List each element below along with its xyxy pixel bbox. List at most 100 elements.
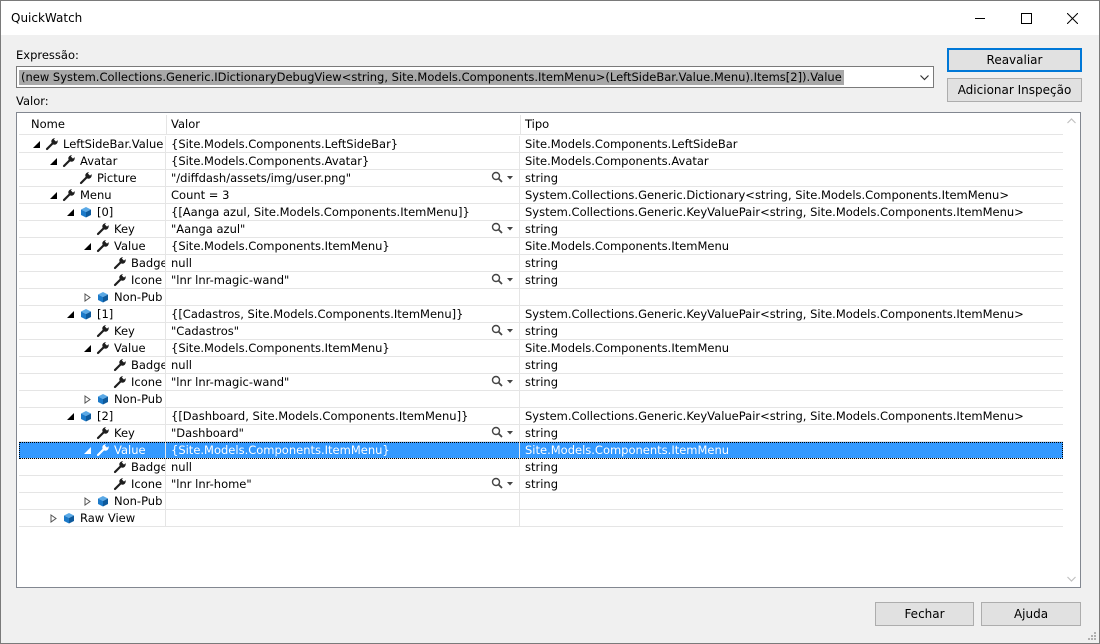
value-cell[interactable] — [167, 510, 520, 526]
collapse-arrow-icon[interactable] — [83, 446, 92, 455]
value-cell[interactable]: "/diffdash/assets/img/user.png" — [167, 170, 520, 186]
wrench-property-icon — [96, 324, 110, 338]
watch-grid[interactable]: Nome Valor Tipo LeftSideBar.Value {Site.M… — [16, 112, 1081, 588]
table-row[interactable]: Avatar {Site.Models.Components.Avatar} Sit… — [19, 153, 1063, 170]
type-cell: Site.Models.Components.ItemMenu — [525, 341, 730, 355]
collapse-arrow-icon[interactable] — [49, 157, 58, 166]
expand-arrow-icon[interactable] — [83, 497, 92, 506]
table-row[interactable]: Icone "lnr lnr-magic-wand" string — [19, 272, 1063, 289]
magnifier-icon[interactable] — [491, 273, 515, 287]
table-row[interactable]: Key "Aanga azul" string — [19, 221, 1063, 238]
expand-arrow-icon[interactable] — [49, 514, 58, 523]
value-cell[interactable]: "Dashboard" — [167, 425, 520, 441]
table-row[interactable]: LeftSideBar.Value {Site.Models.Components… — [19, 136, 1063, 153]
table-row[interactable]: [0] {[Aanga azul, Site.Models.Components.… — [19, 204, 1063, 221]
name-cell: Value — [19, 442, 166, 458]
name-cell: Value — [19, 238, 166, 254]
table-row[interactable]: Badge null string — [19, 357, 1063, 374]
magnifier-icon[interactable] — [491, 324, 515, 338]
value-cell[interactable]: {Site.Models.Components.ItemMenu} — [167, 442, 520, 458]
row-name-text: Non-Pub — [114, 392, 163, 406]
chevron-down-icon[interactable] — [917, 70, 931, 85]
table-row[interactable]: Value {Site.Models.Components.ItemMenu} Si… — [19, 238, 1063, 255]
collapse-arrow-icon[interactable] — [32, 140, 41, 149]
value-cell[interactable]: Count = 3 — [167, 187, 520, 203]
table-row[interactable]: Icone "lnr lnr-magic-wand" string — [19, 374, 1063, 391]
scroll-down-icon[interactable] — [1063, 570, 1080, 587]
value-cell[interactable]: "lnr lnr-home" — [167, 476, 520, 492]
table-row[interactable]: Raw View — [19, 510, 1063, 527]
value-cell[interactable]: {Site.Models.Components.ItemMenu} — [167, 238, 520, 254]
collapse-arrow-icon[interactable] — [66, 208, 75, 217]
value-cell[interactable]: "Cadastros" — [167, 323, 520, 339]
scroll-up-icon[interactable] — [1063, 113, 1080, 130]
column-header-name[interactable]: Nome — [19, 115, 167, 135]
minimize-button[interactable] — [957, 1, 1003, 35]
magnifier-icon[interactable] — [491, 171, 515, 185]
table-row[interactable]: Badge null string — [19, 459, 1063, 476]
reevaluate-button[interactable]: Reavaliar — [947, 48, 1082, 72]
value-cell[interactable] — [167, 493, 520, 509]
value-cell[interactable]: {Site.Models.Components.ItemMenu} — [167, 340, 520, 356]
collapse-arrow-icon[interactable] — [49, 191, 58, 200]
value-cell[interactable]: "Aanga azul" — [167, 221, 520, 237]
magnifier-icon[interactable] — [491, 426, 515, 440]
type-cell — [521, 289, 1063, 305]
row-name-text: Value — [114, 239, 146, 253]
table-row[interactable]: Icone "lnr lnr-home" string — [19, 476, 1063, 493]
row-name-text: Badge — [131, 358, 166, 372]
help-button[interactable]: Ajuda — [981, 602, 1081, 626]
close-button[interactable] — [1049, 1, 1095, 35]
name-cell: [2] — [19, 408, 166, 424]
resize-grip-icon[interactable] — [1085, 629, 1097, 641]
table-row[interactable]: Menu Count = 3 System.Collections.Generic.… — [19, 187, 1063, 204]
column-header-value[interactable]: Valor — [167, 115, 521, 135]
value-cell[interactable]: {[Aanga azul, Site.Models.Components.Ite… — [167, 204, 520, 220]
collapse-arrow-icon[interactable] — [66, 412, 75, 421]
value-cell[interactable] — [167, 391, 520, 407]
value-cell[interactable]: {[Dashboard, Site.Models.Components.Item… — [167, 408, 520, 424]
table-row[interactable]: Non-Pub — [19, 289, 1063, 306]
value-cell[interactable]: "lnr lnr-magic-wand" — [167, 374, 520, 390]
table-row[interactable]: Non-Pub — [19, 493, 1063, 510]
magnifier-icon[interactable] — [491, 477, 515, 491]
value-cell[interactable]: "lnr lnr-magic-wand" — [167, 272, 520, 288]
row-name-text: Badge — [131, 460, 166, 474]
value-cell[interactable]: {[Cadastros, Site.Models.Components.Item… — [167, 306, 520, 322]
table-row[interactable]: Key "Cadastros" string — [19, 323, 1063, 340]
table-row[interactable]: Badge null string — [19, 255, 1063, 272]
collapse-arrow-icon[interactable] — [83, 344, 92, 353]
close-dialog-button[interactable]: Fechar — [875, 602, 974, 626]
table-row[interactable]: [1] {[Cadastros, Site.Models.Components.I… — [19, 306, 1063, 323]
value-cell[interactable]: null — [167, 459, 520, 475]
value-cell[interactable]: null — [167, 255, 520, 271]
row-name-text: LeftSideBar.Value — [63, 137, 164, 151]
collapse-arrow-icon[interactable] — [83, 242, 92, 251]
expand-arrow-icon[interactable] — [83, 395, 92, 404]
maximize-button[interactable] — [1003, 1, 1049, 35]
row-value-text: "lnr lnr-home" — [171, 477, 252, 491]
table-row[interactable]: Picture "/diffdash/assets/img/user.png" st… — [19, 170, 1063, 187]
add-watch-button[interactable]: Adicionar Inspeção — [947, 78, 1082, 102]
magnifier-icon[interactable] — [491, 222, 515, 236]
table-row[interactable]: Value {Site.Models.Components.ItemMenu} Si… — [19, 340, 1063, 357]
magnifier-icon[interactable] — [491, 375, 515, 389]
table-row[interactable]: Value {Site.Models.Components.ItemMenu} Si… — [19, 442, 1063, 459]
expression-combobox[interactable]: (new System.Collections.Generic.IDiction… — [16, 66, 934, 88]
column-header-type[interactable]: Tipo — [521, 115, 1063, 135]
vertical-scrollbar[interactable] — [1063, 113, 1080, 587]
table-row[interactable]: Key "Dashboard" string — [19, 425, 1063, 442]
row-value-text: {[Dashboard, Site.Models.Components.Item… — [171, 409, 469, 423]
expression-text[interactable]: (new System.Collections.Generic.IDiction… — [19, 70, 844, 85]
expand-arrow-icon[interactable] — [83, 293, 92, 302]
table-row[interactable]: [2] {[Dashboard, Site.Models.Components.I… — [19, 408, 1063, 425]
row-name-text: [0] — [97, 205, 114, 219]
value-cell[interactable]: {Site.Models.Components.Avatar} — [167, 153, 520, 169]
quickwatch-window: QuickWatch Expressão: (new System.Collec… — [0, 0, 1100, 644]
table-row[interactable]: Non-Pub — [19, 391, 1063, 408]
value-cell[interactable]: {Site.Models.Components.LeftSideBar} — [167, 136, 520, 152]
value-cell[interactable]: null — [167, 357, 520, 373]
name-cell: Non-Pub — [19, 391, 166, 407]
value-cell[interactable] — [167, 289, 520, 305]
collapse-arrow-icon[interactable] — [66, 310, 75, 319]
